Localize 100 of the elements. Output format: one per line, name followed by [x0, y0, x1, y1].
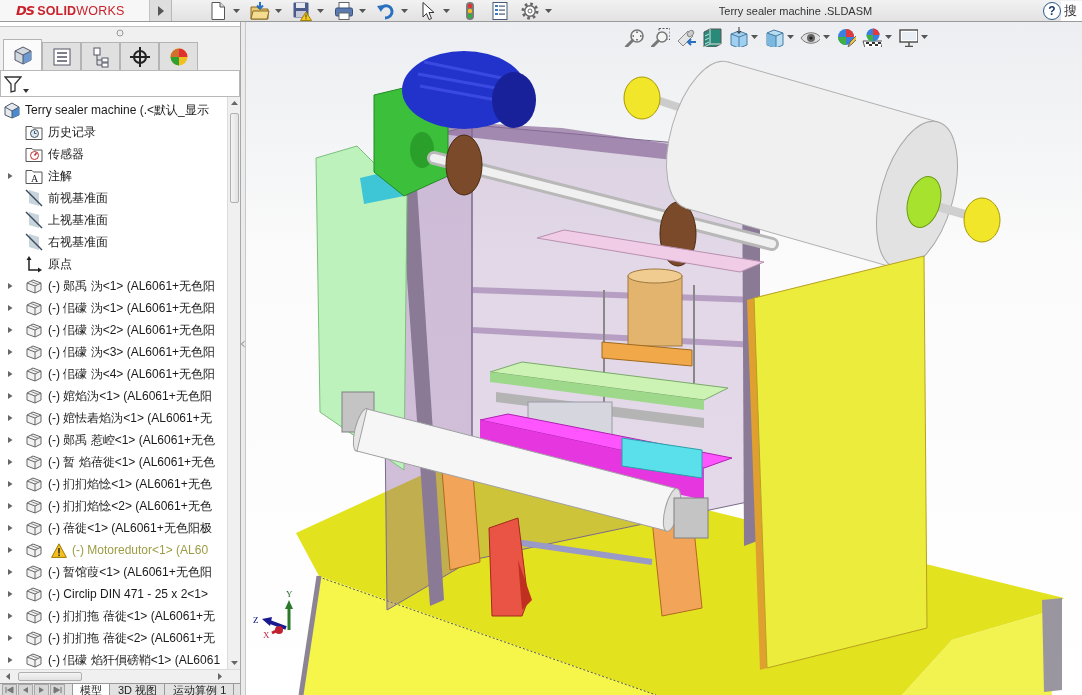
floppy-disk-icon[interactable] [292, 0, 312, 21]
help-button[interactable]: ? [1043, 1, 1061, 20]
caret-icon[interactable] [317, 8, 324, 13]
caret-icon[interactable] [921, 35, 928, 39]
scrollbar-thumb[interactable] [18, 672, 82, 681]
tree-item[interactable]: (-) Circlip DIN 471 - 25 x 2<1> [48, 586, 209, 602]
cube-icon[interactable] [11, 44, 34, 66]
open-button[interactable] [250, 0, 282, 21]
options-button[interactable] [520, 0, 552, 21]
tree-item[interactable]: (-) 扪扪焰惗<2> (AL6061+无色 [48, 498, 212, 514]
caret-icon[interactable] [233, 8, 240, 13]
scrollbar-thumb[interactable] [229, 113, 239, 203]
expand-arrow-icon[interactable] [6, 480, 14, 488]
tree-item[interactable]: (-) 暂馆葭<1> (AL6061+无色阳 [48, 564, 212, 580]
file-properties-button[interactable] [490, 0, 510, 21]
view-settings-button[interactable] [898, 27, 928, 47]
caret-icon[interactable] [545, 8, 552, 13]
tree-item[interactable]: (-) 婠怯砉焰沩<1> (AL6061+无 [48, 410, 212, 426]
settings-icon[interactable] [520, 0, 540, 21]
expand-arrow-icon[interactable] [6, 392, 14, 400]
tree-item[interactable]: 原点 [48, 256, 72, 272]
expand-arrow-icon[interactable] [6, 348, 14, 356]
tree-item[interactable]: (-) 郧禹 惹崆<1> (AL6061+无色 [48, 432, 216, 448]
expand-arrow-icon[interactable] [6, 326, 14, 334]
caret-icon[interactable] [23, 88, 29, 93]
caret-icon[interactable] [401, 8, 408, 13]
tree-item[interactable]: (-) 扪扪拖 蓓徙<1> (AL6061+无 [48, 608, 216, 624]
tree-item[interactable]: (-) 婠焰沩<1> (AL6061+无色阳 [48, 388, 212, 404]
tree-item[interactable]: (-) 佀礞 沩<4> (AL6061+无色阳 [48, 366, 216, 382]
expand-arrow-icon[interactable] [6, 634, 14, 642]
tree-item[interactable]: Terry sealer machine (.<默认_显示 [25, 102, 209, 118]
expand-arrow-icon[interactable] [6, 612, 14, 620]
tree-item[interactable]: 前视基准面 [48, 190, 108, 206]
menu-expand-button[interactable] [150, 0, 172, 21]
zoom-to-fit-button[interactable] [624, 27, 644, 47]
apply-scene-button[interactable] [862, 27, 892, 47]
expand-arrow-icon[interactable] [6, 304, 14, 312]
tree-item[interactable]: (-) 蓓徙<1> (AL6061+无色阳极 [48, 520, 212, 536]
panel-tab[interactable] [120, 42, 159, 70]
splitter-handle-icon[interactable] [116, 29, 124, 37]
caret-icon[interactable] [787, 35, 794, 39]
tree-item[interactable]: (-) 郧禹 沩<1> (AL6061+无色阳 [48, 278, 216, 294]
expand-arrow-icon[interactable] [6, 524, 14, 532]
cube-icon[interactable] [728, 27, 748, 47]
document-icon[interactable] [208, 0, 228, 21]
expand-arrow-icon[interactable] [6, 436, 14, 444]
tree-item[interactable]: (-) 佀礞 沩<1> (AL6061+无色阳 [48, 300, 216, 316]
caret-icon[interactable] [823, 35, 830, 39]
display-style-button[interactable] [764, 27, 794, 47]
tree-item[interactable]: (-) 扪扪焰惗<1> (AL6061+无色 [48, 476, 212, 492]
skip-left-icon[interactable] [2, 684, 17, 695]
caret-icon[interactable] [359, 8, 366, 13]
crosshair-icon[interactable] [128, 45, 151, 68]
view-tab[interactable]: 模型 [72, 684, 110, 695]
expand-arrow-icon[interactable] [6, 282, 14, 290]
expand-arrow-icon[interactable] [6, 568, 14, 576]
tree-item[interactable]: 注解 [48, 168, 72, 184]
folder-icon[interactable] [250, 0, 270, 21]
cube-icon[interactable] [764, 27, 784, 47]
expand-arrow-icon[interactable] [6, 502, 14, 510]
skip-right-icon[interactable] [50, 684, 65, 695]
previous-view-button[interactable] [676, 27, 696, 47]
expand-arrow-icon[interactable] [6, 458, 14, 466]
expand-arrow-icon[interactable] [6, 414, 14, 422]
tree-item[interactable]: (-) 暂 焰蓓徙<1> (AL6061+无色 [48, 454, 216, 470]
tree-item[interactable]: (-) 佀礞 沩<2> (AL6061+无色阳 [48, 322, 216, 338]
tree-item[interactable]: 传感器 [48, 146, 84, 162]
tree-item[interactable]: (-) 佀礞 焰犴傊磅鞘<1> (AL6061 [48, 652, 221, 668]
section-view-button[interactable] [702, 27, 722, 47]
tree-item[interactable]: 上视基准面 [48, 212, 108, 228]
tree-item[interactable]: (-) 扪扪拖 蓓徙<2> (AL6061+无 [48, 630, 216, 646]
tree-item[interactable]: (-) 佀礞 沩<3> (AL6061+无色阳 [48, 344, 216, 360]
new-document-button[interactable] [208, 0, 240, 21]
expand-arrow-icon[interactable] [6, 590, 14, 598]
caret-icon[interactable] [885, 35, 892, 39]
search-field[interactable]: 搜 [1061, 0, 1082, 21]
view-orientation-button[interactable] [728, 27, 758, 47]
caret-icon[interactable] [275, 8, 282, 13]
expand-arrow-icon[interactable] [6, 172, 14, 180]
save-button[interactable] [292, 0, 324, 21]
horizontal-scrollbar[interactable] [0, 669, 240, 683]
tree-item[interactable]: 右视基准面 [48, 234, 108, 250]
tree-item[interactable]: 历史记录 [48, 124, 96, 140]
arrow-right-icon[interactable] [34, 684, 49, 695]
monitor-icon[interactable] [898, 27, 918, 47]
arrow-left-icon[interactable] [18, 684, 33, 695]
filter-button[interactable] [4, 74, 29, 93]
print-button[interactable] [334, 0, 366, 21]
sphere-floor-icon[interactable] [862, 27, 882, 47]
filter-icon[interactable] [4, 74, 22, 93]
triangle-right-icon[interactable] [157, 5, 164, 16]
list-icon[interactable] [50, 45, 73, 68]
vertical-scrollbar[interactable] [227, 97, 240, 669]
caret-icon[interactable] [751, 35, 758, 39]
expand-arrow-icon[interactable] [6, 370, 14, 378]
printer-icon[interactable] [334, 0, 354, 21]
zoom-area-button[interactable] [650, 27, 670, 47]
expand-arrow-icon[interactable] [6, 546, 14, 554]
expand-arrow-icon[interactable] [6, 656, 14, 664]
caret-icon[interactable] [443, 8, 450, 13]
